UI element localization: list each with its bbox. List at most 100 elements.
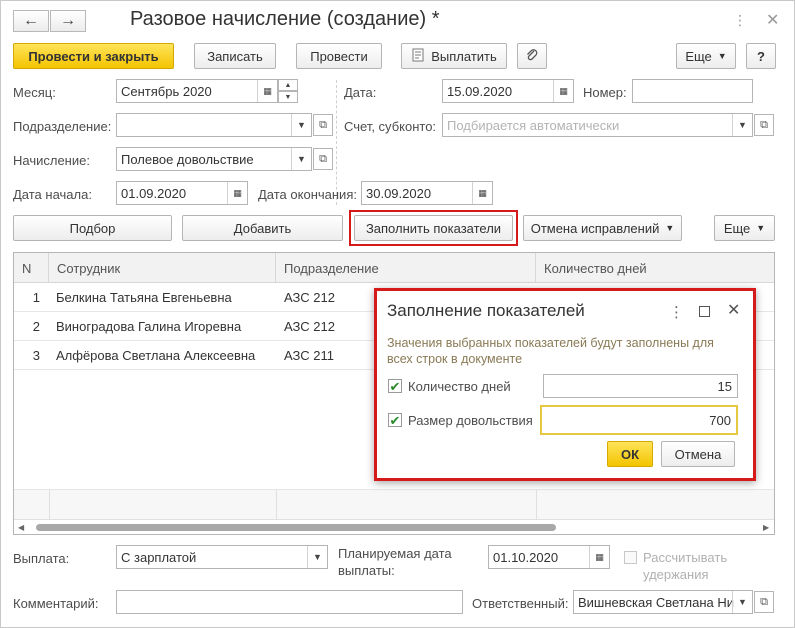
- open-account-button[interactable]: ⧉: [754, 114, 774, 136]
- row-employee: Алфёрова Светлана Алексеевна: [56, 348, 256, 363]
- month-label: Месяц:: [13, 85, 56, 100]
- open-icon: ⧉: [319, 152, 327, 165]
- start-date-field[interactable]: 01.09.2020 ▦: [116, 181, 248, 205]
- month-value: Сентябрь 2020: [121, 83, 212, 99]
- attach-button[interactable]: [517, 43, 547, 69]
- scroll-left-icon[interactable]: ◀: [18, 523, 24, 532]
- arrow-right-icon: →: [60, 12, 76, 29]
- payment-field[interactable]: С зарплатой ▼: [116, 545, 328, 569]
- row-number: 1: [32, 290, 40, 305]
- ok-button[interactable]: ОК: [607, 441, 653, 467]
- post-button[interactable]: Провести: [296, 43, 382, 69]
- column-header-department[interactable]: Подразделение: [276, 253, 536, 283]
- back-button[interactable]: ←: [13, 10, 49, 32]
- end-date-field[interactable]: 30.09.2020 ▦: [361, 181, 493, 205]
- document-icon: [411, 48, 425, 65]
- cancel-corrections-label: Отмена исправлений: [530, 220, 660, 236]
- footer-divider: [536, 490, 537, 520]
- footer-divider: [276, 490, 277, 520]
- post-and-close-button[interactable]: Провести и закрыть: [13, 43, 174, 69]
- days-checkbox[interactable]: ✔: [388, 379, 402, 393]
- cancel-button[interactable]: Отмена: [661, 441, 735, 467]
- row-department: АЗС 212: [284, 290, 335, 305]
- month-down-button[interactable]: ▼: [278, 91, 298, 103]
- number-field[interactable]: [632, 79, 753, 103]
- column-header-n[interactable]: N: [14, 253, 49, 283]
- comment-label: Комментарий:: [13, 596, 99, 611]
- chevron-down-icon[interactable]: ▼: [307, 546, 327, 568]
- fill-indicators-dialog: Заполнение показателей ⋮ ✕ Значения выбр…: [374, 288, 756, 481]
- dialog-close-icon[interactable]: ✕: [727, 300, 740, 320]
- more-button[interactable]: Еще ▼: [676, 43, 736, 69]
- open-department-button[interactable]: ⧉: [313, 114, 333, 136]
- add-button[interactable]: Добавить: [182, 215, 343, 241]
- scroll-right-icon[interactable]: ▶: [763, 523, 769, 532]
- open-responsible-button[interactable]: ⧉: [754, 591, 774, 613]
- column-header-days[interactable]: Количество дней: [536, 253, 776, 283]
- calendar-icon[interactable]: ▦: [589, 546, 609, 568]
- chevron-down-icon[interactable]: ▼: [732, 114, 752, 136]
- save-button[interactable]: Записать: [194, 43, 276, 69]
- accrual-field[interactable]: Полевое довольствие ▼: [116, 147, 312, 171]
- pay-button[interactable]: Выплатить: [401, 43, 507, 69]
- calc-deductions-label: Рассчитывать: [643, 550, 728, 565]
- month-up-button[interactable]: ▲: [278, 79, 298, 91]
- chevron-down-icon[interactable]: ▼: [291, 114, 311, 136]
- calendar-icon[interactable]: ▦: [227, 182, 247, 204]
- row-number: 3: [32, 348, 40, 363]
- help-button[interactable]: ?: [746, 43, 776, 69]
- forward-button[interactable]: →: [50, 10, 86, 32]
- allowance-checkbox[interactable]: ✔: [388, 413, 402, 427]
- scrollbar-thumb[interactable]: [36, 524, 556, 531]
- date-field[interactable]: 15.09.2020 ▦: [442, 79, 574, 103]
- open-icon: ⧉: [760, 118, 768, 131]
- calendar-icon[interactable]: ▦: [257, 80, 277, 102]
- dialog-info-text: Значения выбранных показателей будут зап…: [387, 336, 714, 366]
- fill-indicators-button[interactable]: Заполнить показатели: [354, 215, 513, 241]
- start-date-label: Дата начала:: [13, 187, 92, 202]
- number-label: Номер:: [583, 85, 627, 100]
- open-icon: ⧉: [319, 118, 327, 131]
- column-header-employee[interactable]: Сотрудник: [49, 253, 276, 283]
- table-more-label: Еще: [723, 220, 751, 236]
- account-label: Счет, субконто:: [344, 119, 437, 134]
- accrual-value: Полевое довольствие: [121, 151, 254, 167]
- close-icon[interactable]: ✕: [766, 10, 779, 30]
- calendar-icon[interactable]: ▦: [553, 80, 573, 102]
- open-accrual-button[interactable]: ⧉: [313, 148, 333, 170]
- month-field[interactable]: Сентябрь 2020 ▦: [116, 79, 278, 103]
- end-date-value: 30.09.2020: [366, 185, 432, 201]
- responsible-field[interactable]: Вишневская Светлана Ни ▼: [573, 590, 753, 614]
- days-input[interactable]: 15: [543, 374, 738, 398]
- chevron-down-icon: ▼: [717, 51, 727, 61]
- row-department: АЗС 211: [284, 348, 334, 363]
- paperclip-icon: [525, 48, 539, 65]
- planned-date-value: 01.10.2020: [493, 549, 559, 565]
- pay-button-label: Выплатить: [431, 48, 497, 64]
- account-placeholder: Подбирается автоматически: [447, 117, 620, 133]
- allowance-input[interactable]: 700: [540, 405, 738, 435]
- calendar-icon[interactable]: ▦: [472, 182, 492, 204]
- select-button[interactable]: Подбор: [13, 215, 172, 241]
- department-label: Подразделение:: [13, 119, 112, 134]
- calc-deductions-label-line2: удержания: [643, 567, 709, 582]
- department-field[interactable]: ▼: [116, 113, 312, 137]
- planned-date-label: Планируемая дата: [338, 546, 452, 561]
- open-icon: ⧉: [760, 595, 768, 608]
- start-date-value: 01.09.2020: [121, 185, 187, 201]
- chevron-down-icon[interactable]: ▼: [732, 591, 752, 613]
- more-menu-icon[interactable]: ⋮: [733, 12, 747, 29]
- checkmark-icon: ✔: [389, 412, 401, 428]
- dialog-menu-icon[interactable]: ⋮: [669, 303, 684, 321]
- account-field[interactable]: Подбирается автоматически ▼: [442, 113, 753, 137]
- chevron-down-icon[interactable]: ▼: [291, 148, 311, 170]
- cancel-corrections-button[interactable]: Отмена исправлений ▼: [523, 215, 682, 241]
- horizontal-scrollbar[interactable]: ◀ ▶: [14, 519, 774, 534]
- maximize-icon[interactable]: [699, 306, 710, 317]
- calc-deductions-checkbox[interactable]: [624, 551, 637, 564]
- page-title: Разовое начисление (создание) *: [130, 8, 440, 30]
- comment-field[interactable]: [116, 590, 463, 614]
- date-label: Дата:: [344, 85, 377, 100]
- planned-date-field[interactable]: 01.10.2020 ▦: [488, 545, 610, 569]
- table-more-button[interactable]: Еще ▼: [714, 215, 775, 241]
